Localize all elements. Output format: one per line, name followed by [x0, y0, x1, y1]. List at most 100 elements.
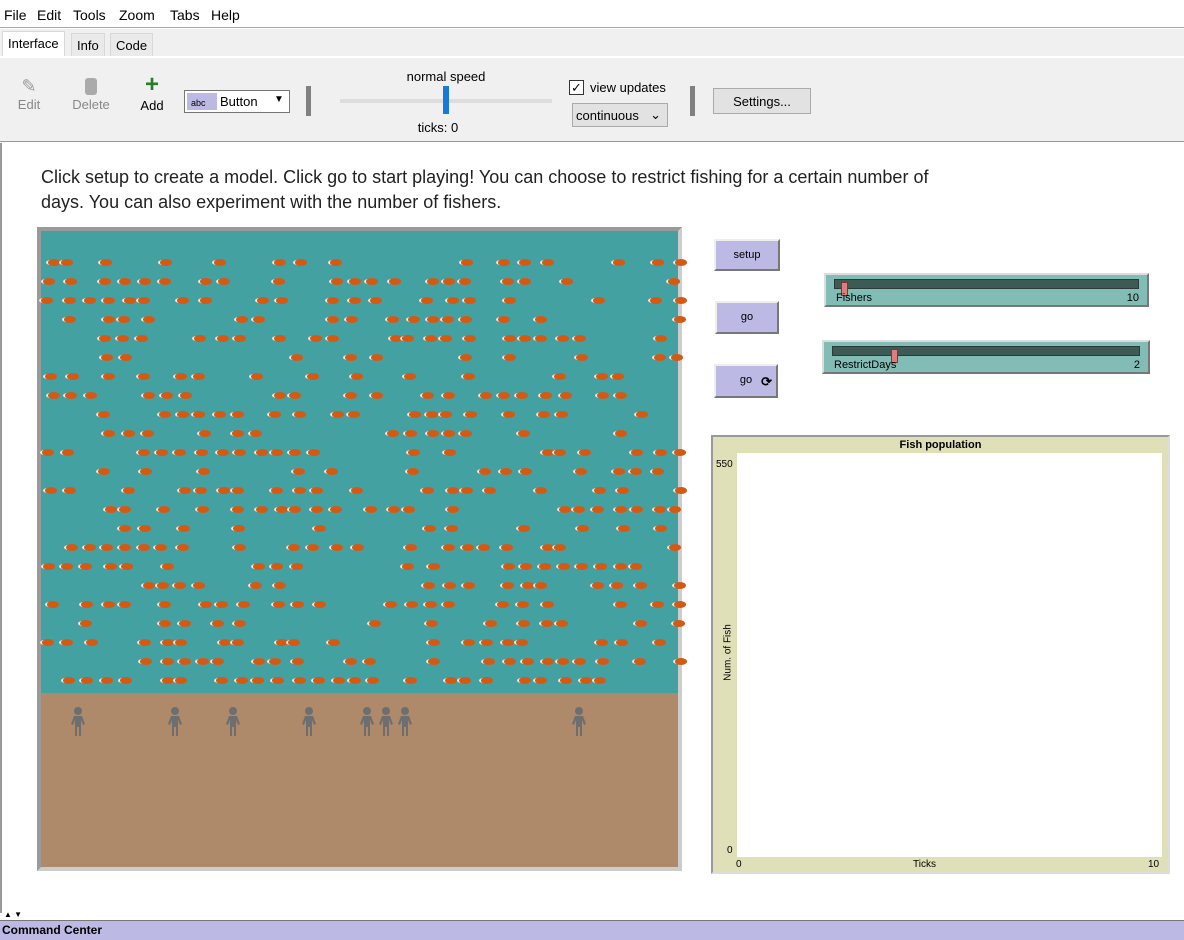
- fish: [516, 639, 528, 646]
- fish: [138, 449, 150, 456]
- fish: [100, 259, 112, 266]
- fish: [540, 392, 552, 399]
- fish: [330, 259, 342, 266]
- fish: [404, 373, 416, 380]
- fish: [175, 639, 187, 646]
- fish: [442, 316, 454, 323]
- fish: [196, 449, 208, 456]
- tab-code[interactable]: Code: [110, 33, 154, 56]
- fish: [675, 297, 687, 304]
- fish: [313, 677, 325, 684]
- tab-info[interactable]: Info: [71, 33, 105, 56]
- speed-slider[interactable]: [340, 86, 552, 114]
- fish: [575, 468, 587, 475]
- fish: [463, 639, 475, 646]
- fish: [385, 601, 397, 608]
- fish: [465, 411, 477, 418]
- fish: [138, 544, 150, 551]
- fish: [654, 354, 666, 361]
- plot-title: Fish population: [899, 439, 982, 451]
- fish: [42, 639, 54, 646]
- fish: [99, 335, 111, 342]
- setup-button[interactable]: setup: [714, 239, 780, 271]
- edit-button[interactable]: ✎ Edit: [14, 76, 44, 112]
- fish: [422, 487, 434, 494]
- fish: [274, 392, 286, 399]
- restrictdays-slider[interactable]: RestrictDays 2: [822, 340, 1150, 374]
- fish: [407, 468, 419, 475]
- fish: [674, 449, 686, 456]
- fish: [179, 487, 191, 494]
- tab-interface[interactable]: Interface: [2, 31, 65, 56]
- fish: [440, 411, 452, 418]
- fish: [613, 468, 625, 475]
- settings-button[interactable]: Settings...: [713, 88, 811, 114]
- fish: [592, 506, 604, 513]
- menu-zoom[interactable]: Zoom: [119, 7, 155, 23]
- fish: [428, 639, 440, 646]
- fish: [654, 639, 666, 646]
- fish: [218, 487, 230, 494]
- fish: [461, 259, 473, 266]
- update-mode-dropdown[interactable]: continuous ⌄: [572, 103, 668, 127]
- fish: [560, 677, 572, 684]
- fish: [498, 392, 510, 399]
- fish: [535, 582, 547, 589]
- fish: [272, 677, 284, 684]
- go-forever-button[interactable]: go ⟳: [714, 364, 778, 398]
- fish: [351, 487, 363, 494]
- fish: [123, 487, 135, 494]
- fish: [274, 582, 286, 589]
- fish: [389, 278, 401, 285]
- fish: [498, 316, 510, 323]
- fishers-slider[interactable]: Fishers 10: [824, 273, 1149, 307]
- fish: [62, 449, 74, 456]
- fish: [369, 620, 381, 627]
- fish: [214, 259, 226, 266]
- widget-type-dropdown[interactable]: abc Button ▼: [184, 90, 290, 113]
- fish: [504, 658, 516, 665]
- menu-file[interactable]: File: [4, 7, 27, 23]
- delete-button[interactable]: Delete: [68, 76, 114, 112]
- world-view[interactable]: [37, 227, 687, 871]
- fish: [443, 544, 455, 551]
- fish: [178, 525, 190, 532]
- fish: [234, 544, 246, 551]
- fish: [271, 487, 283, 494]
- plot-area: [737, 453, 1162, 857]
- fish: [67, 373, 79, 380]
- go-once-button[interactable]: go: [715, 301, 779, 334]
- menu-help[interactable]: Help: [211, 7, 240, 23]
- add-button[interactable]: + Add: [136, 73, 168, 114]
- fish: [428, 563, 440, 570]
- fish: [139, 525, 151, 532]
- fish: [446, 525, 458, 532]
- fish: [444, 582, 456, 589]
- command-center-bar[interactable]: Command Center: [0, 920, 1184, 940]
- fish: [193, 411, 205, 418]
- fish: [630, 468, 642, 475]
- fish: [367, 677, 379, 684]
- view-updates-checkbox[interactable]: ✓: [569, 80, 584, 95]
- y-min-label: 0: [727, 845, 733, 856]
- fish: [48, 392, 60, 399]
- fish: [269, 411, 281, 418]
- fish: [542, 449, 554, 456]
- fish: [652, 601, 664, 608]
- fish: [500, 468, 512, 475]
- menu-tabs[interactable]: Tabs: [170, 7, 200, 23]
- fish: [387, 430, 399, 437]
- fish: [140, 658, 152, 665]
- fish: [252, 677, 264, 684]
- fish: [257, 297, 269, 304]
- fish: [232, 639, 244, 646]
- menu-tools[interactable]: Tools: [73, 7, 106, 23]
- fisher-person-icon: [572, 707, 586, 736]
- resize-arrows-icon[interactable]: ▲ ▼: [4, 910, 22, 919]
- fish: [271, 563, 283, 570]
- menu-edit[interactable]: Edit: [37, 7, 61, 23]
- fish: [195, 487, 207, 494]
- fish: [174, 449, 186, 456]
- speed-slider-knob[interactable]: [443, 86, 449, 114]
- fish: [105, 506, 117, 513]
